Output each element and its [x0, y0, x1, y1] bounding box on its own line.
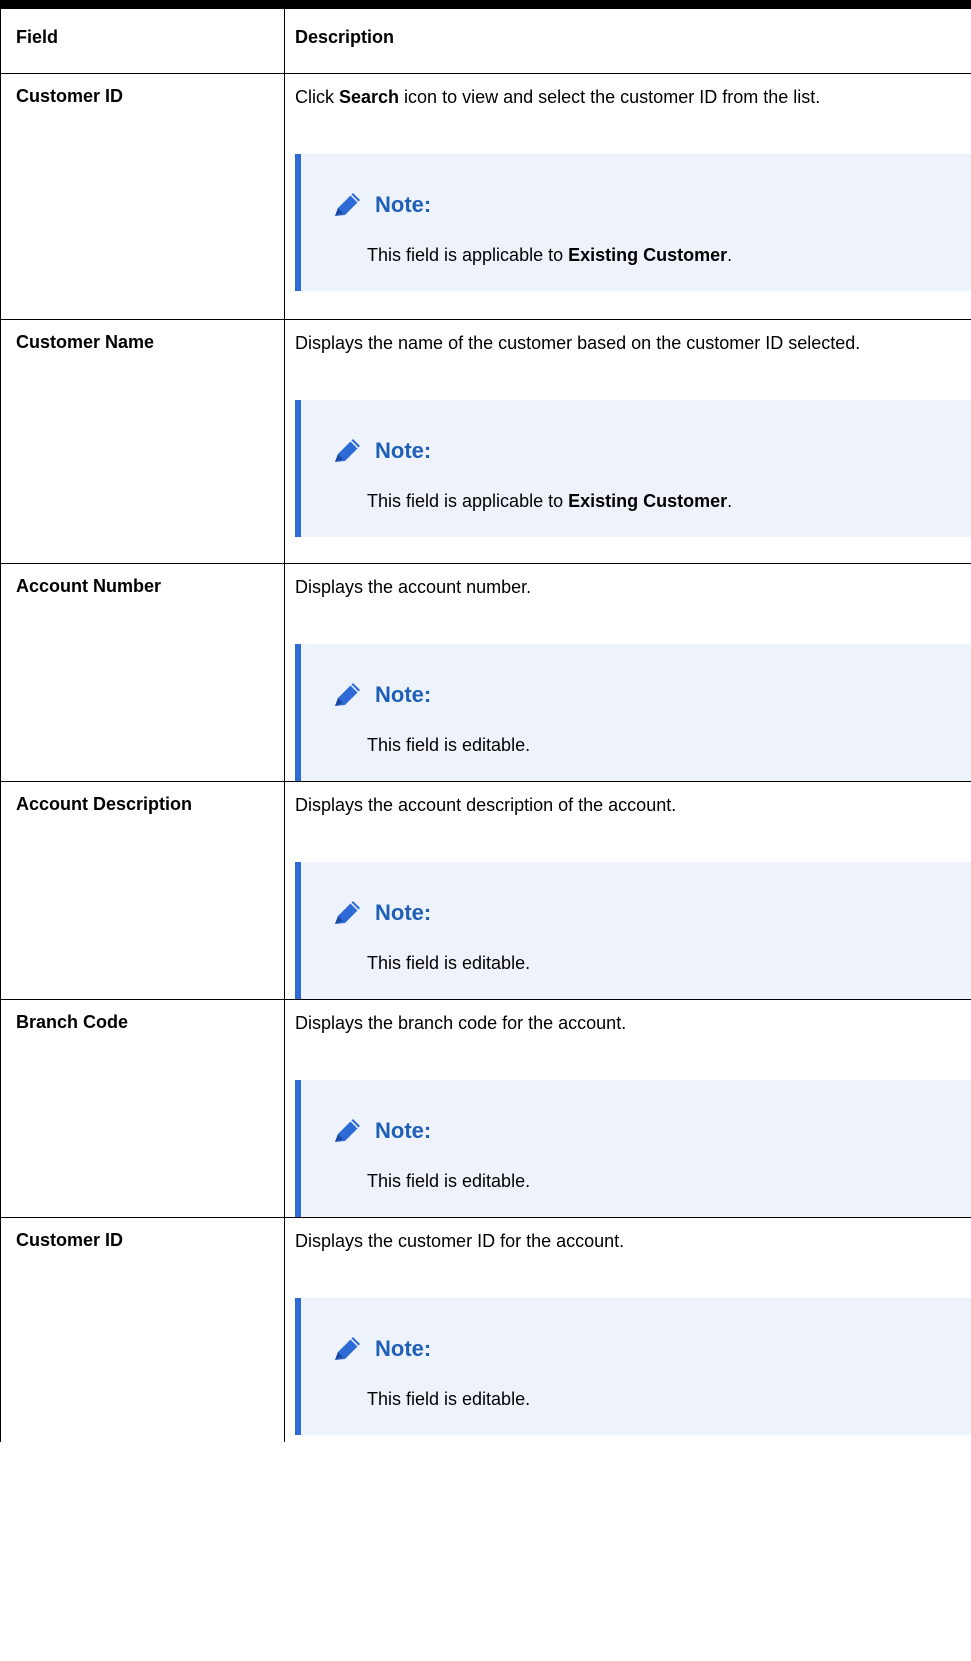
- note-box: Note: This field is editable.: [295, 862, 971, 999]
- description-cell: Displays the customer ID for the account…: [284, 1217, 971, 1442]
- note-text: This field is applicable to Existing Cus…: [367, 245, 732, 266]
- description-cell: Displays the name of the customer based …: [284, 319, 971, 564]
- description-text: Displays the customer ID for the account…: [295, 1231, 625, 1251]
- description-text: Displays the name of the customer based …: [295, 333, 861, 353]
- desc-text-part: Click: [295, 87, 339, 107]
- note-heading: Note:: [331, 190, 431, 220]
- note-label: Note:: [375, 1336, 432, 1361]
- pencil-icon: [335, 193, 360, 216]
- note-box: Note: This field is applicable to Existi…: [295, 400, 971, 537]
- table-row: Account Description Displays the account…: [0, 781, 971, 1000]
- note-label: Note:: [375, 192, 432, 217]
- field-name: Branch Code: [0, 999, 285, 1218]
- note-box: Note: This field is editable.: [295, 644, 971, 781]
- note-text: This field is editable.: [367, 953, 531, 973]
- field-description-table: Field Description Customer ID Click Sear…: [0, 8, 971, 1442]
- field-name: Account Number: [0, 563, 285, 782]
- field-name: Account Description: [0, 781, 285, 1000]
- description-text: Click Search icon to view and select the…: [295, 84, 965, 110]
- search-term: Search: [339, 87, 400, 107]
- description-text: Displays the account description of the …: [295, 795, 677, 815]
- note-label: Note:: [375, 682, 432, 707]
- note-text: This field is applicable to Existing Cus…: [367, 491, 732, 512]
- note-box: Note: This field is editable.: [295, 1080, 971, 1217]
- table-header-row: Field Description: [0, 8, 971, 74]
- note-text: This field is editable.: [367, 1389, 531, 1409]
- header-field: Field: [0, 8, 285, 74]
- pencil-icon: [335, 683, 360, 706]
- table-row: Customer Name Displays the name of the c…: [0, 319, 971, 564]
- note-text: This field is editable.: [367, 735, 531, 755]
- table-row: Customer ID Displays the customer ID for…: [0, 1217, 971, 1442]
- note-heading: Note:: [331, 898, 431, 928]
- note-heading: Note:: [331, 680, 431, 710]
- table-row: Branch Code Displays the branch code for…: [0, 999, 971, 1218]
- note-label: Note:: [375, 438, 432, 463]
- desc-text-part: icon to view and select the customer ID …: [399, 87, 821, 107]
- description-cell: Displays the branch code for the account…: [284, 999, 971, 1218]
- note-box: Note: This field is editable.: [295, 1298, 971, 1435]
- note-heading: Note:: [331, 1116, 431, 1146]
- pencil-icon: [335, 439, 360, 462]
- note-text-part: This field is applicable to: [367, 491, 569, 511]
- note-text: This field is editable.: [367, 1171, 531, 1191]
- description-cell: Displays the account number. Note: This …: [284, 563, 971, 782]
- note-emphasis: Existing Customer: [568, 491, 728, 511]
- description-text: Displays the branch code for the account…: [295, 1013, 627, 1033]
- note-heading: Note:: [331, 1334, 431, 1364]
- table-row: Account Number Displays the account numb…: [0, 563, 971, 782]
- table-row: Customer ID Click Search icon to view an…: [0, 73, 971, 320]
- note-text-part: .: [727, 245, 733, 265]
- pencil-icon: [335, 1337, 360, 1360]
- pencil-icon: [335, 1119, 360, 1142]
- description-cell: Displays the account description of the …: [284, 781, 971, 1000]
- field-name: Customer Name: [0, 319, 285, 564]
- note-text-part: .: [727, 491, 733, 511]
- note-label: Note:: [375, 1118, 432, 1143]
- description-text: Displays the account number.: [295, 577, 532, 597]
- note-heading: Note:: [331, 436, 431, 466]
- header-description: Description: [284, 8, 971, 74]
- field-name: Customer ID: [0, 1217, 285, 1442]
- note-text-part: This field is applicable to: [367, 245, 569, 265]
- top-rule: [0, 0, 971, 8]
- description-cell: Click Search icon to view and select the…: [284, 73, 971, 320]
- note-box: Note: This field is applicable to Existi…: [295, 154, 971, 291]
- note-label: Note:: [375, 900, 432, 925]
- note-emphasis: Existing Customer: [568, 245, 728, 265]
- pencil-icon: [335, 901, 360, 924]
- field-name: Customer ID: [0, 73, 285, 320]
